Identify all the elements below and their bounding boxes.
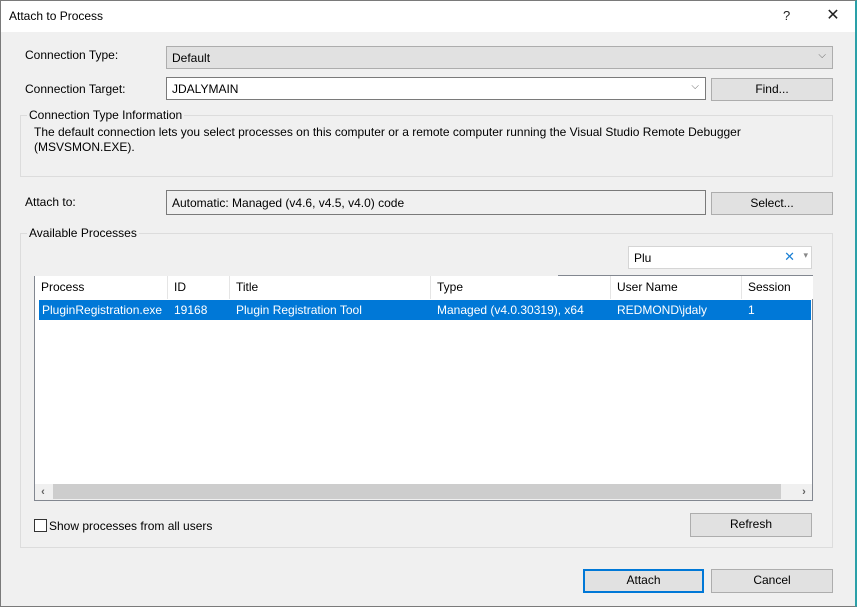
- refresh-button[interactable]: Refresh: [690, 513, 812, 537]
- info-text-line: (MSVSMON.EXE).: [34, 140, 135, 154]
- horizontal-scrollbar[interactable]: ‹ ›: [35, 484, 812, 500]
- connection-type-info-group: Connection Type Information The default …: [20, 108, 833, 177]
- column-header-title[interactable]: Title: [230, 276, 431, 299]
- connection-target-combobox[interactable]: JDALYMAIN ⌵: [166, 77, 706, 100]
- connection-target-label: Connection Target:: [25, 82, 126, 96]
- filter-value: Plu: [634, 251, 652, 265]
- select-button[interactable]: Select...: [711, 192, 833, 215]
- scrollbar-thumb[interactable]: [53, 484, 781, 499]
- info-text-line: The default connection lets you select p…: [34, 125, 741, 139]
- show-all-users-label[interactable]: Show processes from all users: [49, 519, 212, 533]
- help-icon[interactable]: ?: [783, 8, 790, 23]
- attach-to-label: Attach to:: [25, 195, 76, 209]
- find-button[interactable]: Find...: [711, 78, 833, 101]
- column-header-process[interactable]: Process: [35, 276, 168, 299]
- scroll-left-icon[interactable]: ‹: [35, 484, 51, 500]
- column-header-user-name[interactable]: User Name: [611, 276, 742, 299]
- connection-type-value: Default: [172, 51, 211, 65]
- column-header-type[interactable]: Type: [431, 276, 611, 299]
- attach-to-value: Automatic: Managed (v4.6, v4.5, v4.0) co…: [172, 196, 405, 210]
- process-filter-input[interactable]: Plu ✕ ▾: [628, 246, 812, 269]
- cancel-button[interactable]: Cancel: [711, 569, 833, 593]
- column-header-session[interactable]: Session: [742, 276, 813, 299]
- attach-button[interactable]: Attach: [583, 569, 704, 593]
- clear-filter-icon[interactable]: ✕: [784, 249, 795, 265]
- scroll-right-icon[interactable]: ›: [796, 484, 812, 500]
- connection-type-label: Connection Type:: [25, 48, 119, 62]
- column-header-id[interactable]: ID: [168, 276, 230, 299]
- cell-id: 19168: [174, 303, 208, 317]
- cell-session: 1: [748, 303, 755, 317]
- show-all-users-checkbox[interactable]: [34, 519, 47, 532]
- cell-type: Managed (v4.0.30319), x64: [437, 303, 584, 317]
- process-list[interactable]: Process ID Title Type User Name Session …: [34, 276, 813, 501]
- close-icon[interactable]: ✕: [823, 5, 843, 27]
- cell-user-name: REDMOND\jdaly: [617, 303, 708, 317]
- connection-target-value: JDALYMAIN: [172, 82, 239, 96]
- available-processes-legend: Available Processes: [27, 226, 139, 240]
- chevron-down-icon: ⌵: [818, 50, 826, 61]
- connection-type-info-text: The default connection lets you select p…: [34, 125, 741, 155]
- dialog-title: Attach to Process: [9, 9, 104, 23]
- title-bar: Attach to Process ? ✕: [1, 1, 855, 32]
- connection-type-info-legend: Connection Type Information: [27, 108, 185, 122]
- connection-type-dropdown[interactable]: Default ⌵: [166, 46, 833, 69]
- chevron-down-icon[interactable]: ⌵: [691, 81, 699, 92]
- attach-to-field: Automatic: Managed (v4.6, v4.5, v4.0) co…: [166, 190, 706, 215]
- filter-dropdown-icon[interactable]: ▾: [803, 250, 808, 261]
- table-row[interactable]: PluginRegistration.exe 19168 Plugin Regi…: [39, 300, 811, 320]
- attach-to-process-dialog: Attach to Process ? ✕ Connection Type: D…: [0, 0, 857, 607]
- cell-process: PluginRegistration.exe: [42, 303, 163, 317]
- cell-title: Plugin Registration Tool: [236, 303, 362, 317]
